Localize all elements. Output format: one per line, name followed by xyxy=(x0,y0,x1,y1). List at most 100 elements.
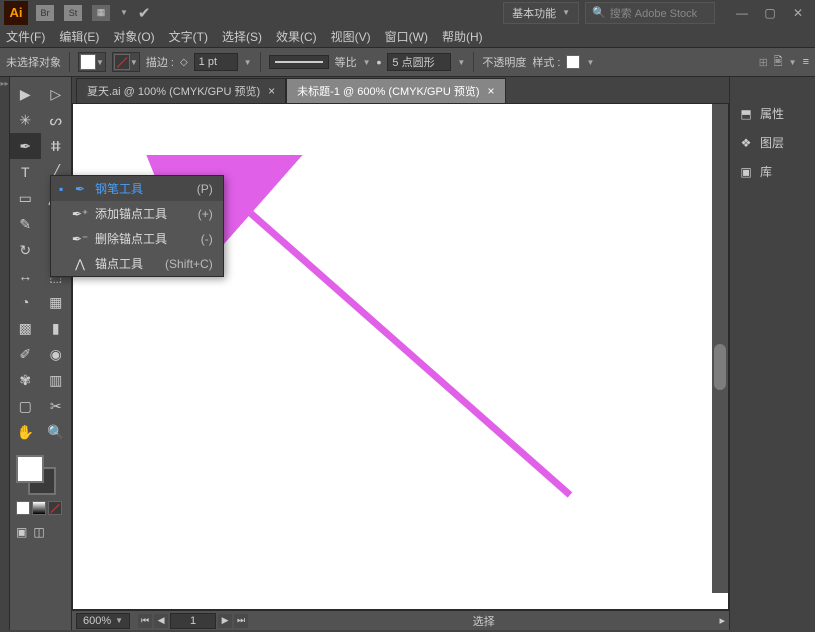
menu-object[interactable]: 对象(O) xyxy=(113,28,154,45)
chevron-down-icon[interactable]: ▼ xyxy=(586,58,594,67)
gradient-tool[interactable]: ▮ xyxy=(41,315,72,341)
doc-tab-label: 未标题-1 @ 600% (CMYK/GPU 预览) xyxy=(297,83,479,99)
stroke-stepper-icon[interactable]: ◇ xyxy=(180,57,188,68)
panel-menu-icon[interactable]: ≡ xyxy=(803,56,809,68)
mode-color[interactable] xyxy=(16,501,30,515)
style-label: 样式 : xyxy=(532,54,560,70)
artboard-number[interactable]: 1 xyxy=(170,613,216,629)
flyout-anchor[interactable]: ⋀ 锚点工具 (Shift+C) xyxy=(51,251,223,276)
pen-icon: ✒ xyxy=(73,182,87,196)
close-icon[interactable]: × xyxy=(268,84,275,98)
shape-builder-tool[interactable]: ◔ xyxy=(10,289,41,315)
artboard-tool[interactable]: ▢ xyxy=(10,393,41,419)
mode-gradient[interactable] xyxy=(32,501,46,515)
shaper-tool[interactable]: ✎ xyxy=(10,211,41,237)
chevron-down-icon: ▼ xyxy=(562,8,570,17)
maximize-button[interactable]: ▢ xyxy=(757,4,783,22)
menu-edit[interactable]: 编辑(E) xyxy=(59,28,99,45)
delete-anchor-icon: ✒⁻ xyxy=(73,232,87,246)
chevron-down-icon[interactable]: ▼ xyxy=(244,58,252,67)
slice-tool[interactable]: ✂ xyxy=(41,393,72,419)
zoom-tool[interactable]: 🔍 xyxy=(41,419,72,445)
stroke-weight-input[interactable]: 1 pt xyxy=(194,53,238,71)
document-tab-0[interactable]: 夏天.ai @ 100% (CMYK/GPU 预览) × xyxy=(76,78,286,103)
fill-stroke-indicator[interactable] xyxy=(16,455,56,495)
app-logo: Ai xyxy=(4,1,28,25)
style-swatch[interactable] xyxy=(566,55,580,69)
menu-file[interactable]: 文件(F) xyxy=(6,28,45,45)
libraries-icon: ▣ xyxy=(738,164,754,180)
mode-none[interactable] xyxy=(48,501,62,515)
brush-input[interactable]: 5 点圆形 xyxy=(387,53,451,71)
panel-libraries[interactable]: ▣ 库 xyxy=(730,157,815,186)
anchor-icon: ⋀ xyxy=(73,257,87,271)
status-bar: 600%▼ ⏮ ◀ 1 ▶ ⏭ 选择 ▸ xyxy=(72,610,729,630)
eyedropper-tool[interactable]: ✐ xyxy=(10,341,41,367)
left-gutter: ▸▸ xyxy=(0,77,10,630)
screen-mode-icon[interactable]: ▣ xyxy=(16,525,27,539)
first-button[interactable]: ⏮ xyxy=(138,614,152,628)
mesh-tool[interactable]: ▩ xyxy=(10,315,41,341)
type-tool[interactable]: T xyxy=(10,159,41,185)
rectangle-tool[interactable]: ▭ xyxy=(10,185,41,211)
flyout-delete-anchor[interactable]: ✒⁻ 删除锚点工具 (-) xyxy=(51,226,223,251)
transform-icon[interactable]: 🖹 xyxy=(774,53,783,72)
fill-color[interactable] xyxy=(16,455,44,483)
lasso-tool[interactable]: ᔕ xyxy=(41,107,72,133)
width-tool[interactable]: ↔ xyxy=(10,263,41,289)
pen-tool[interactable]: ✒ xyxy=(10,133,41,159)
fill-swatch[interactable]: ▼ xyxy=(78,52,106,72)
artboard-nav: ⏮ ◀ 1 ▶ ⏭ xyxy=(138,613,248,629)
rotate-tool[interactable]: ↻ xyxy=(10,237,41,263)
arrange-icon[interactable]: ▦ xyxy=(92,5,110,21)
minimize-button[interactable]: — xyxy=(729,4,755,22)
bridge-icon[interactable]: Br xyxy=(36,5,54,21)
opacity-label[interactable]: 不透明度 xyxy=(482,54,526,70)
curvature-tool[interactable]: ⵌ xyxy=(41,133,72,159)
panel-layers[interactable]: ❖ 图层 xyxy=(730,128,815,157)
menu-window[interactable]: 窗口(W) xyxy=(385,28,428,45)
graph-tool[interactable]: ▥ xyxy=(41,367,72,393)
flyout-pen[interactable]: ▪ ✒ 钢笔工具 (P) xyxy=(51,176,223,201)
search-input[interactable]: 🔍 搜索 Adobe Stock xyxy=(585,2,715,24)
zoom-input[interactable]: 600%▼ xyxy=(76,613,130,629)
align-icon[interactable]: ⊞ xyxy=(759,56,768,69)
hand-tool[interactable]: ✋ xyxy=(10,419,41,445)
change-screen-icon[interactable]: ◫ xyxy=(33,525,44,539)
selection-tool[interactable]: ▶ xyxy=(10,81,41,107)
properties-icon: ⬒ xyxy=(738,106,754,122)
chevron-down-icon[interactable]: ▼ xyxy=(457,58,465,67)
menu-help[interactable]: 帮助(H) xyxy=(442,28,483,45)
chevron-down-icon[interactable]: ▼ xyxy=(363,58,371,67)
vertical-scrollbar[interactable] xyxy=(712,104,728,593)
menu-select[interactable]: 选择(S) xyxy=(222,28,262,45)
doc-tab-label: 夏天.ai @ 100% (CMYK/GPU 预览) xyxy=(87,83,260,99)
next-button[interactable]: ▶ xyxy=(218,614,232,628)
chevron-down-icon[interactable]: ▼ xyxy=(789,58,797,67)
perspective-tool[interactable]: ▦ xyxy=(41,289,72,315)
menu-type[interactable]: 文字(T) xyxy=(169,28,208,45)
prev-button[interactable]: ◀ xyxy=(154,614,168,628)
magic-wand-tool[interactable]: ✳ xyxy=(10,107,41,133)
stock-icon[interactable]: St xyxy=(64,5,82,21)
status-menu-icon[interactable]: ▸ xyxy=(719,614,725,627)
direct-selection-tool[interactable]: ▷ xyxy=(41,81,72,107)
no-selection-label: 未选择对象 xyxy=(6,54,61,70)
mic-icon[interactable]: ✔ xyxy=(138,4,151,22)
flyout-add-anchor[interactable]: ✒⁺ 添加锚点工具 (+) xyxy=(51,201,223,226)
stroke-swatch[interactable]: ▼ xyxy=(112,52,140,72)
symbol-sprayer-tool[interactable]: ✾ xyxy=(10,367,41,393)
menu-view[interactable]: 视图(V) xyxy=(331,28,371,45)
add-anchor-icon: ✒⁺ xyxy=(73,207,87,221)
scroll-thumb[interactable] xyxy=(714,344,726,390)
close-icon[interactable]: × xyxy=(487,84,494,98)
last-button[interactable]: ⏭ xyxy=(234,614,248,628)
chevron-down-icon: ▼ xyxy=(120,8,128,17)
close-button[interactable]: ✕ xyxy=(785,4,811,22)
document-tab-1[interactable]: 未标题-1 @ 600% (CMYK/GPU 预览) × xyxy=(286,78,505,103)
stroke-profile[interactable] xyxy=(269,55,329,69)
menu-effect[interactable]: 效果(C) xyxy=(276,28,317,45)
blend-tool[interactable]: ◉ xyxy=(41,341,72,367)
workspace-switcher[interactable]: 基本功能 ▼ xyxy=(503,2,579,24)
panel-properties[interactable]: ⬒ 属性 xyxy=(730,99,815,128)
